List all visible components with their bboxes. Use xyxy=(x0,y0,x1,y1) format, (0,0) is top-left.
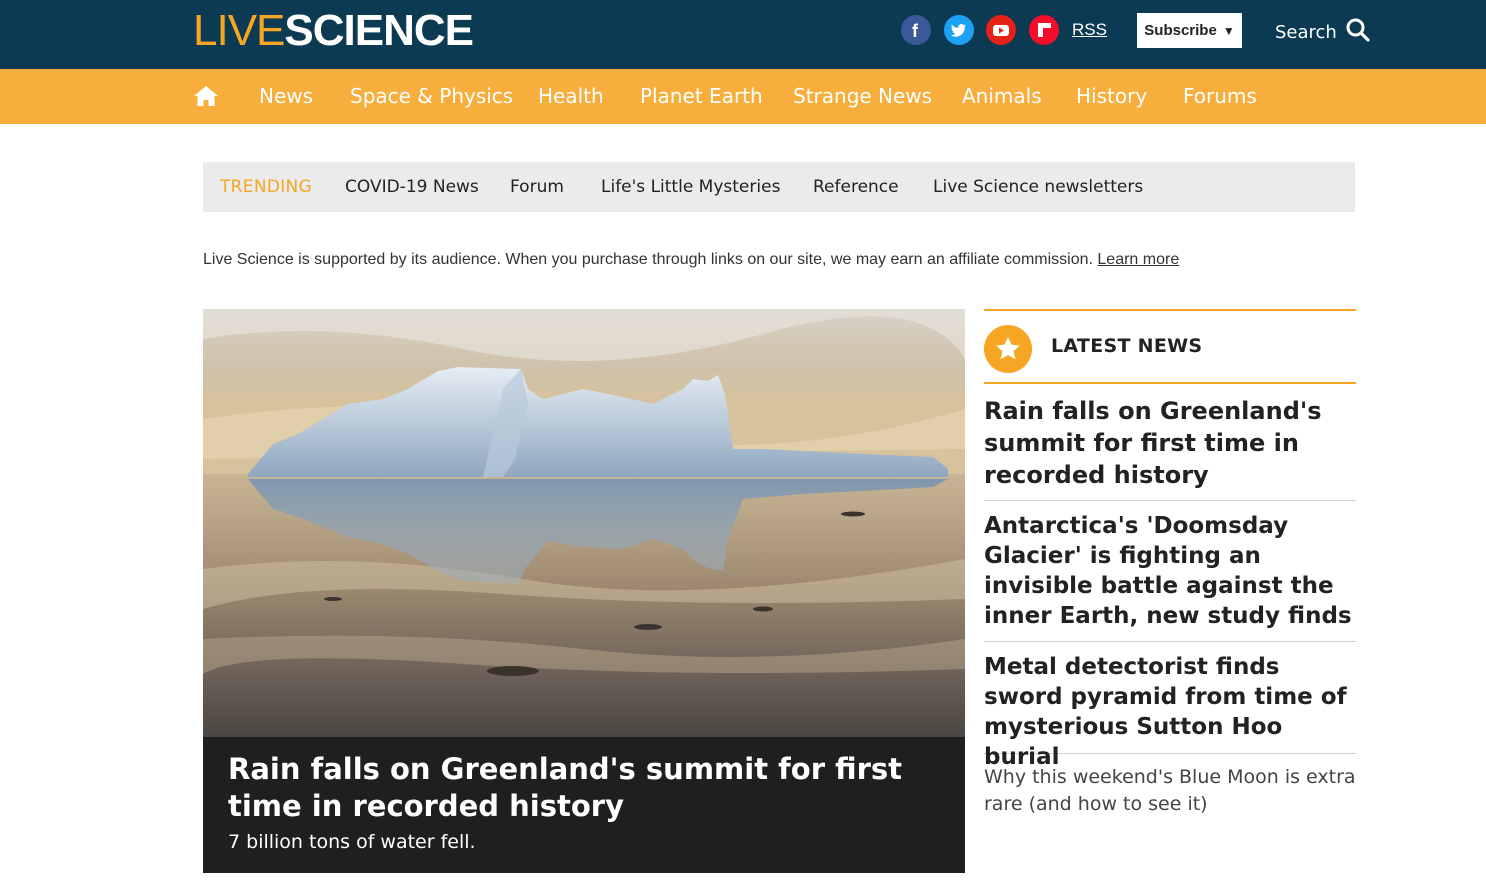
svg-text:f: f xyxy=(912,21,919,41)
latest-news-header: LATEST NEWS xyxy=(984,309,1356,384)
twitter-icon[interactable] xyxy=(944,15,974,45)
hero-article[interactable]: Rain falls on Greenland's summit for fir… xyxy=(203,309,965,873)
latest-news-title: LATEST NEWS xyxy=(1051,335,1203,357)
latest-news-item-1[interactable]: Rain falls on Greenland's summit for fir… xyxy=(984,395,1356,501)
search-label: Search xyxy=(1275,21,1337,43)
logo-live: LIVE xyxy=(193,6,285,55)
site-logo[interactable]: LIVESCIENCE xyxy=(193,6,474,55)
caret-down-icon: ▼ xyxy=(1222,23,1235,38)
affiliate-notice: Live Science is supported by its audienc… xyxy=(203,251,1179,269)
trending-mysteries[interactable]: Life's Little Mysteries xyxy=(601,177,780,197)
nav-news[interactable]: News xyxy=(259,84,313,108)
learn-more-link[interactable]: Learn more xyxy=(1097,251,1179,268)
home-icon[interactable] xyxy=(192,84,220,112)
logo-science: SCIENCE xyxy=(284,6,474,55)
main-nav: News Space & Physics Health Planet Earth… xyxy=(0,69,1486,124)
hero-caption: Rain falls on Greenland's summit for fir… xyxy=(203,737,965,873)
youtube-icon[interactable] xyxy=(986,15,1016,45)
site-header: LIVESCIENCE f RSS Subscribe ▼ Search xyxy=(0,0,1486,69)
trending-newsletters[interactable]: Live Science newsletters xyxy=(933,177,1143,197)
affiliate-text: Live Science is supported by its audienc… xyxy=(203,251,1098,268)
nav-history[interactable]: History xyxy=(1076,84,1147,108)
trending-label: TRENDING xyxy=(220,177,313,197)
trending-covid[interactable]: COVID-19 News xyxy=(345,177,479,197)
latest-news-item-4[interactable]: Why this weekend's Blue Moon is extra ra… xyxy=(984,764,1356,824)
search-button[interactable]: Search xyxy=(1275,17,1371,47)
hero-title[interactable]: Rain falls on Greenland's summit for fir… xyxy=(228,751,943,825)
nav-forums[interactable]: Forums xyxy=(1183,84,1257,108)
nav-animals[interactable]: Animals xyxy=(962,84,1042,108)
facebook-icon[interactable]: f xyxy=(901,15,931,45)
nav-strange-news[interactable]: Strange News xyxy=(793,84,932,108)
trending-reference[interactable]: Reference xyxy=(813,177,899,197)
hero-image xyxy=(203,309,965,739)
latest-news-item-3[interactable]: Metal detectorist finds sword pyramid fr… xyxy=(984,652,1356,770)
subscribe-button[interactable]: Subscribe ▼ xyxy=(1137,13,1242,48)
trending-forum[interactable]: Forum xyxy=(510,177,564,197)
rss-link[interactable]: RSS xyxy=(1072,20,1107,40)
latest-news-item-2[interactable]: Antarctica's 'Doomsday Glacier' is fight… xyxy=(984,511,1356,642)
star-icon xyxy=(984,325,1032,373)
nav-health[interactable]: Health xyxy=(538,84,604,108)
hero-subtitle: 7 billion tons of water fell. xyxy=(228,831,476,853)
trending-bar: TRENDING COVID-19 News Forum Life's Litt… xyxy=(203,162,1355,212)
nav-planet-earth[interactable]: Planet Earth xyxy=(640,84,763,108)
flipboard-icon[interactable] xyxy=(1029,15,1059,45)
search-icon xyxy=(1345,17,1371,48)
nav-space-physics[interactable]: Space & Physics xyxy=(350,84,513,108)
subscribe-label: Subscribe xyxy=(1144,22,1217,39)
